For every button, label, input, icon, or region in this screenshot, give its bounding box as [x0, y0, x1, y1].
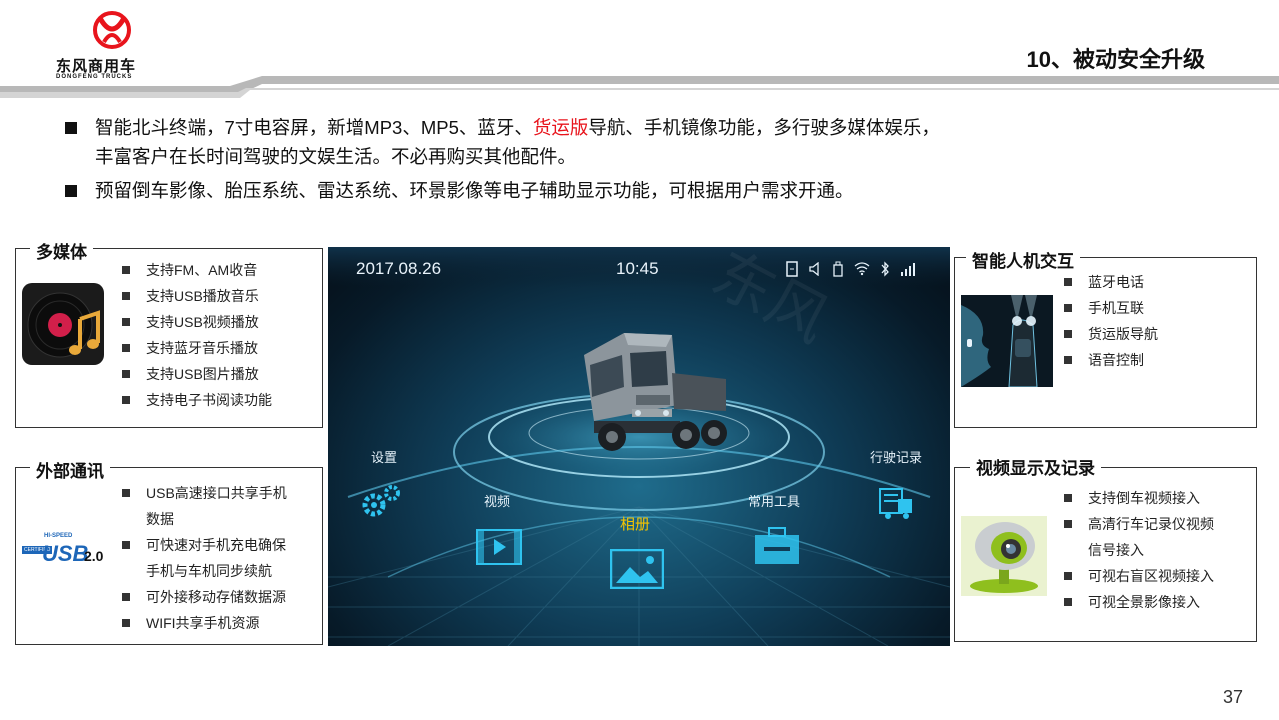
dongfeng-emblem-icon: [93, 11, 131, 49]
music-vinyl-icon: [22, 283, 104, 365]
multimedia-feature-list: 支持FM、AM收音 支持USB播放音乐 支持USB视频播放 支持蓝牙音乐播放 支…: [116, 257, 272, 413]
bluetooth-icon: [881, 261, 889, 277]
status-icons: [786, 261, 936, 279]
list-item: 可外接移动存储数据源: [116, 584, 321, 610]
header-divider-band: [0, 76, 1279, 98]
list-item: 高清行车记录仪视频 信号接入: [1058, 511, 1214, 563]
bullet-item: 智能北斗终端，7寸电容屏，新增MP3、MP5、蓝牙、货运版导航、手机镜像功能，多…: [65, 113, 1225, 171]
menu-video-label: 视频: [484, 494, 511, 509]
signal-icon: [901, 263, 915, 276]
bullet-square-icon: [65, 122, 77, 134]
multimedia-title: 多媒体: [30, 238, 93, 263]
phone-status-icon: [786, 261, 798, 277]
list-item: USB高速接口共享手机 数据: [116, 480, 321, 532]
bullet-square-icon: [65, 185, 77, 197]
bullet-text: 智能北斗终端，7寸电容屏，新增MP3、MP5、蓝牙、: [95, 117, 533, 138]
list-item: 可快速对手机充电确保 手机与车机同步续航: [116, 532, 321, 584]
drive-record-truck-icon[interactable]: [878, 485, 914, 521]
list-item: 语音控制: [1058, 347, 1158, 373]
truck-image: [584, 333, 727, 451]
screen-time: 10:45: [616, 259, 659, 278]
voice-car-icon: [961, 295, 1053, 387]
external-comm-feature-list: USB高速接口共享手机 数据 可快速对手机充电确保 手机与车机同步续航 可外接移动存…: [116, 480, 321, 636]
interaction-feature-list: 蓝牙电话 手机互联 货运版导航 语音控制: [1058, 269, 1158, 373]
wifi-icon: [854, 262, 870, 276]
settings-gear-icon[interactable]: [362, 483, 404, 519]
photo-album-icon[interactable]: [610, 549, 664, 589]
menu-settings-label: 设置: [371, 450, 398, 465]
list-item: 货运版导航: [1058, 321, 1158, 347]
intro-bullets: 智能北斗终端，7寸电容屏，新增MP3、MP5、蓝牙、货运版导航、手机镜像功能，多…: [65, 113, 1225, 205]
menu-tools-label: 常用工具: [748, 494, 801, 509]
logo-cn-text: 东风商用车: [56, 58, 137, 75]
list-item: 支持USB播放音乐: [116, 283, 272, 309]
menu-album-label: 相册: [620, 516, 651, 533]
screen-date: 2017.08.26: [356, 259, 442, 278]
usb-2-logo-icon: HI-SPEED CERTIFIED USB 2.0: [22, 533, 104, 566]
list-item: 手机互联: [1058, 295, 1158, 321]
list-item: 可视右盲区视频接入: [1058, 563, 1214, 589]
volume-icon: [809, 262, 819, 276]
bullet-highlight-text: 货运版: [532, 117, 589, 138]
usb-status-icon: [833, 261, 843, 277]
toolbox-icon[interactable]: [754, 527, 800, 565]
list-item: 支持蓝牙音乐播放: [116, 335, 272, 361]
slide-title: 10、被动安全升级: [1026, 47, 1205, 72]
list-item: 支持USB视频播放: [116, 309, 272, 335]
video-player-icon[interactable]: [476, 529, 522, 565]
menu-drive-record-label: 行驶记录: [870, 450, 923, 465]
bullet-text: 丰富客户在长时间驾驶的文娱生活。不必再购买其他配件。: [95, 146, 577, 167]
webcam-icon: [961, 516, 1047, 596]
list-item: 支持FM、AM收音: [116, 257, 272, 283]
head-unit-screen: 东风 2017.08.26 10:45 设置 视频 相册 常用工具 行驶记录: [328, 247, 950, 646]
page-number: 37: [1222, 687, 1243, 707]
list-item: 支持USB图片播放: [116, 361, 272, 387]
list-item: 蓝牙电话: [1058, 269, 1158, 295]
list-item: 可视全景影像接入: [1058, 589, 1214, 615]
bullet-item: 预留倒车影像、胎压系统、雷达系统、环景影像等电子辅助显示功能，可根据用户需求开通…: [65, 176, 1225, 205]
video-feature-list: 支持倒车视频接入 高清行车记录仪视频 信号接入 可视右盲区视频接入 可视全景影像接…: [1058, 485, 1214, 615]
list-item: 支持倒车视频接入: [1058, 485, 1214, 511]
bullet-text: 导航、手机镜像功能，多行驶多媒体娱乐，: [588, 117, 940, 138]
dongfeng-logo: 东风商用车 DONGFENG TRUCKS: [50, 8, 180, 80]
list-item: WIFI共享手机资源: [116, 610, 321, 636]
list-item: 支持电子书阅读功能: [116, 387, 272, 413]
bullet-text: 预留倒车影像、胎压系统、雷达系统、环景影像等电子辅助显示功能，可根据用户需求开通…: [95, 180, 854, 201]
external-comm-title: 外部通讯: [30, 457, 110, 482]
video-title: 视频显示及记录: [970, 454, 1101, 479]
